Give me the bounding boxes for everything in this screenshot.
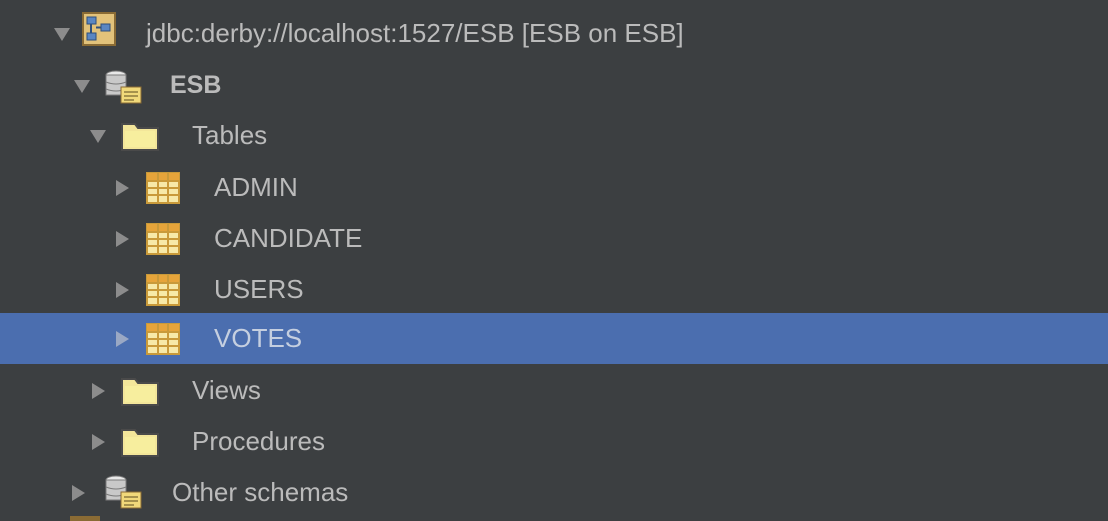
tree-node-label: jdbc:derby://localhost:1527/ESB [ESB on … [146,18,684,48]
tree-node-label: Tables [192,120,268,150]
tree-node-label: VOTES [214,323,303,353]
collapsed-arrow-icon[interactable] [88,432,108,452]
tree-node-label: Procedures [192,426,325,456]
database-explorer-tree: jdbc:derby://localhost:1527/ESB [ESB on … [0,0,1108,521]
table-icon [146,172,180,204]
collapsed-arrow-icon[interactable] [112,329,132,349]
tree-node-tables-folder[interactable]: Tables [0,110,1108,161]
collapsed-arrow-icon[interactable] [88,381,108,401]
expand-arrow-icon[interactable] [52,24,72,44]
tree-node-label: CANDIDATE [214,223,363,253]
collapsed-arrow-icon[interactable] [112,229,132,249]
tree-node-procedures-folder[interactable]: Procedures [0,416,1108,467]
collapsed-arrow-icon[interactable] [112,280,132,300]
expand-arrow-icon[interactable] [88,126,108,146]
schema-icon [104,475,142,509]
tree-node-label: ESB [170,71,222,99]
tree-node-table-votes[interactable]: VOTES [0,313,1108,364]
expand-arrow-icon[interactable] [72,76,92,96]
tree-node-table-candidate[interactable]: CANDIDATE [0,213,1108,264]
collapsed-arrow-icon[interactable] [68,483,88,503]
tree-node-schema-esb[interactable]: ESB [0,60,1108,111]
folder-icon [120,426,159,458]
partial-next-node-icon [70,516,100,521]
folder-icon [120,120,159,152]
tree-node-label: USERS [214,274,304,304]
table-icon [146,323,180,355]
tree-node-other-schemas[interactable]: Other schemas [0,467,1108,518]
tree-node-label: Views [192,375,261,405]
schema-icon [104,70,142,104]
connection-icon [82,12,116,46]
tree-node-label: ADMIN [214,172,298,202]
tree-node-connection[interactable]: jdbc:derby://localhost:1527/ESB [ESB on … [0,8,1108,59]
table-icon [146,223,180,255]
tree-node-views-folder[interactable]: Views [0,365,1108,416]
collapsed-arrow-icon[interactable] [112,178,132,198]
folder-icon [120,375,159,407]
tree-node-table-users[interactable]: USERS [0,264,1108,315]
tree-node-table-admin[interactable]: ADMIN [0,162,1108,213]
table-icon [146,274,180,306]
tree-node-label: Other schemas [172,477,349,507]
